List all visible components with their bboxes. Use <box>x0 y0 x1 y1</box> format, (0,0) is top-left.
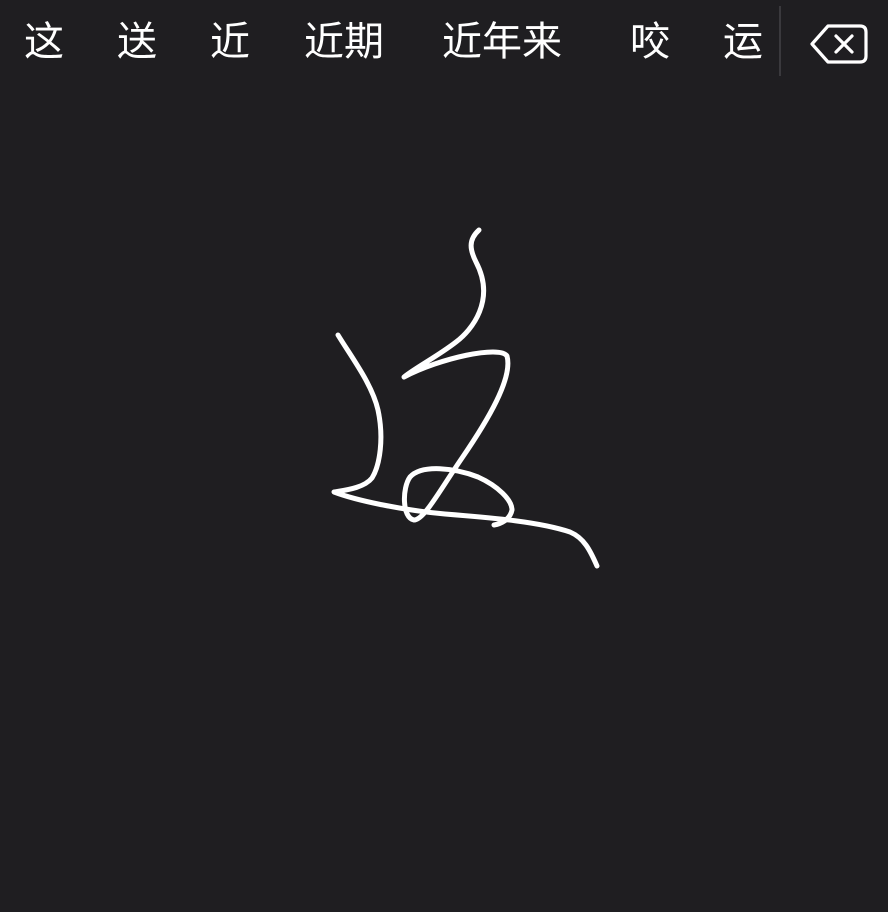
candidate-6[interactable]: 咬 <box>630 14 670 70</box>
candidate-bar: 这 送 近 近期 近年来 咬 运 <box>0 0 888 84</box>
candidate-5[interactable]: 近年来 <box>442 14 562 70</box>
handwriting-keyboard: 这 送 近 近期 近年来 咬 运 <box>0 0 888 912</box>
candidate-4[interactable]: 近期 <box>304 14 384 70</box>
delete-button[interactable] <box>800 16 872 72</box>
ink-stroke-1 <box>401 227 515 528</box>
handwriting-area[interactable] <box>0 84 888 912</box>
backspace-icon <box>810 24 868 64</box>
candidate-2[interactable]: 送 <box>117 14 157 70</box>
candidate-7[interactable]: 运 <box>723 14 763 70</box>
candidate-1[interactable]: 这 <box>24 14 64 70</box>
candidate-3[interactable]: 近 <box>210 14 250 70</box>
candidate-divider <box>779 6 781 76</box>
